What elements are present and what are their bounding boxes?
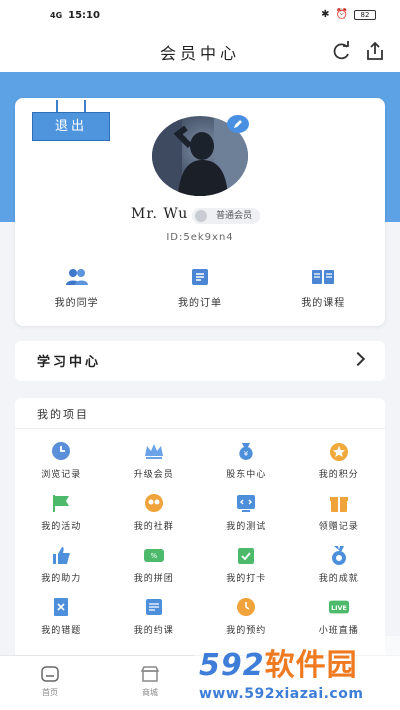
logout-sign[interactable]: 退出: [32, 100, 110, 142]
projects-title: 我的项目: [37, 408, 89, 421]
booking-icon: [143, 596, 165, 618]
user-id: ID:5ek9xn4: [166, 232, 234, 243]
svg-text:%: %: [150, 552, 157, 560]
member-level-label: 普通会员: [216, 211, 253, 221]
project-item-label: 小班直播: [318, 626, 359, 636]
logout-button[interactable]: 退出: [32, 112, 110, 141]
crown-icon: [143, 440, 165, 462]
project-item[interactable]: 我的社群: [108, 492, 201, 533]
battery-indicator: 82: [354, 9, 376, 20]
project-item[interactable]: 我的预约: [200, 596, 293, 637]
wrong-answers-icon: [50, 596, 72, 618]
edit-profile-icon[interactable]: [227, 115, 249, 133]
flag-icon: [50, 492, 72, 514]
heart-icon: [195, 210, 207, 222]
network-indicator: 4G: [50, 11, 63, 20]
project-item[interactable]: ¥ 股东中心: [200, 440, 293, 481]
project-item-label: 升级会员: [133, 470, 174, 480]
clock-icon: [50, 440, 72, 462]
quick-link-orders[interactable]: 我的订单: [138, 268, 261, 309]
share-icon[interactable]: [364, 40, 386, 62]
community-icon: [143, 492, 165, 514]
project-item-label: 我的拼团: [133, 574, 174, 584]
project-item[interactable]: LIVE 小班直播: [293, 596, 386, 637]
nav-shop[interactable]: 商城: [100, 656, 200, 710]
nav-label: 商城: [142, 688, 158, 697]
project-item[interactable]: 我的活动: [15, 492, 108, 533]
quick-link-classmates[interactable]: 我的同学: [15, 268, 138, 309]
project-item[interactable]: 我的测试: [200, 492, 293, 533]
refresh-icon[interactable]: [330, 40, 352, 62]
quick-link-label: 我的订单: [177, 298, 222, 309]
classmates-icon: [65, 269, 88, 285]
project-item[interactable]: 我的积分: [293, 440, 386, 481]
project-item[interactable]: 我的打卡: [200, 544, 293, 585]
quick-link-label: 我的课程: [301, 298, 346, 309]
orders-icon: [191, 269, 208, 285]
code-test-icon: [235, 492, 257, 514]
username: Mr. Wu: [131, 206, 189, 222]
project-item[interactable]: 我的约课: [108, 596, 201, 637]
live-icon: LIVE: [328, 596, 350, 618]
check-in-icon: [235, 544, 257, 566]
gift-icon: [328, 492, 350, 514]
project-item[interactable]: 升级会员: [108, 440, 201, 481]
project-item-label: 我的错题: [41, 626, 82, 636]
nav-home[interactable]: 首页: [0, 656, 100, 710]
bluetooth-icon: ✱: [321, 9, 330, 20]
alarm-icon: ⏰: [335, 9, 348, 20]
project-item[interactable]: 我的助力: [15, 544, 108, 585]
project-item-label: 我的活动: [41, 522, 82, 532]
status-bar: 4G 15:10 ✱ ⏰ 82: [0, 0, 400, 32]
courses-icon: [312, 270, 335, 284]
member-level-badge: 普通会员: [192, 208, 261, 224]
project-item[interactable]: 浏览记录: [15, 440, 108, 481]
appointment-icon: [235, 596, 257, 618]
thumbs-up-icon: [50, 544, 72, 566]
project-item-label: 领赠记录: [318, 522, 359, 532]
project-item[interactable]: 我的成就: [293, 544, 386, 585]
project-item[interactable]: 我的错题: [15, 596, 108, 637]
watermark-url: www.592xiazai.com: [199, 686, 364, 702]
money-bag-icon: ¥: [235, 440, 257, 462]
project-item-label: 我的助力: [41, 574, 82, 584]
project-item-label: 我的测试: [226, 522, 267, 532]
my-projects-panel: 我的项目 浏览记录 升级会员 ¥ 股东中心 我的积分我的活动 我的社群 我的测试 领赠记录我的…: [15, 398, 385, 668]
status-time: 15:10: [68, 10, 100, 21]
learning-center-label: 学习中心: [37, 355, 102, 370]
svg-text:LIVE: LIVE: [331, 604, 347, 612]
svg-text:¥: ¥: [244, 450, 249, 458]
title-bar: 会员中心: [0, 32, 400, 72]
watermark-brand: 592软件园: [199, 640, 358, 684]
nav-label: 首页: [42, 688, 58, 697]
quick-link-label: 我的同学: [54, 298, 99, 309]
projects-grid: 浏览记录 升级会员 ¥ 股东中心 我的积分 我的活动 我的社群 我的测试 领赠记录 我的助力% 我的…: [15, 440, 385, 637]
quick-link-courses[interactable]: 我的课程: [262, 268, 385, 309]
medal-icon: [328, 544, 350, 566]
project-item[interactable]: % 我的拼团: [108, 544, 201, 585]
project-item-label: 我的积分: [318, 470, 359, 480]
watermark: 592软件园 www.592xiazai.com: [195, 636, 400, 710]
home-icon: [41, 666, 59, 682]
project-item-label: 浏览记录: [41, 470, 82, 480]
chevron-right-icon: [350, 351, 366, 367]
points-icon: [328, 440, 350, 462]
watermark-brand-text: 软件园: [264, 648, 358, 683]
project-item-label: 我的社群: [133, 522, 174, 532]
watermark-brand-number: 592: [199, 648, 265, 683]
project-item-label: 我的打卡: [226, 574, 267, 584]
divider: [15, 428, 385, 429]
project-item-label: 股东中心: [226, 470, 267, 480]
project-item[interactable]: 领赠记录: [293, 492, 386, 533]
project-item-label: 我的约课: [133, 626, 174, 636]
learning-center-row[interactable]: 学习中心: [15, 341, 385, 381]
project-item-label: 我的成就: [318, 574, 359, 584]
quick-links: 我的同学 我的订单 我的课程: [15, 268, 385, 309]
shop-icon: [140, 666, 160, 682]
project-item-label: 我的预约: [226, 626, 267, 636]
group-buy-icon: %: [143, 544, 165, 566]
